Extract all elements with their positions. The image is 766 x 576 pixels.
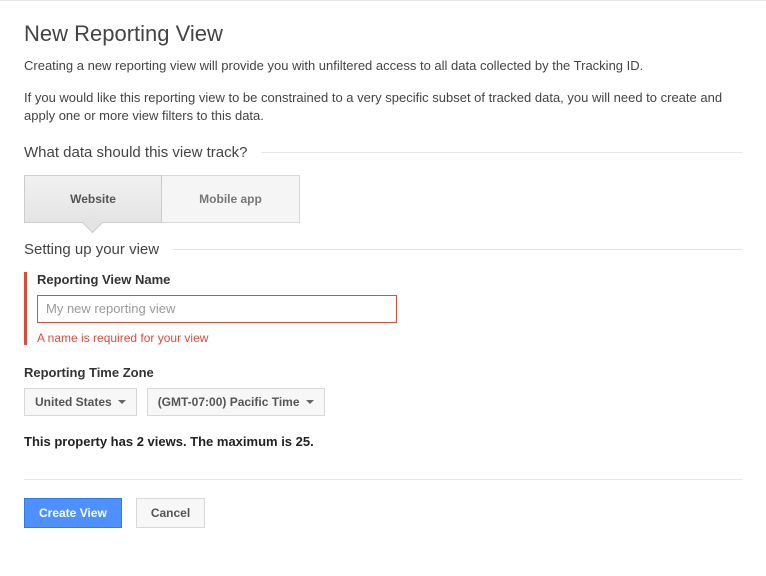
timezone-country-select[interactable]: United States — [24, 388, 137, 416]
tab-mobile-label: Mobile app — [199, 192, 262, 206]
tab-website[interactable]: Website — [24, 175, 162, 223]
page-desc-2: If you would like this reporting view to… — [24, 89, 742, 125]
create-view-button[interactable]: Create View — [24, 498, 122, 528]
view-limit-text: This property has 2 views. The maximum i… — [24, 434, 742, 449]
view-name-error: A name is required for your view — [37, 331, 742, 345]
view-name-field: Reporting View Name A name is required f… — [24, 272, 742, 345]
track-section-head: What data should this view track? — [24, 144, 742, 161]
track-question-label: What data should this view track? — [24, 144, 261, 161]
timezone-country-value: United States — [35, 395, 112, 409]
divider — [173, 249, 742, 250]
tab-mobile-app[interactable]: Mobile app — [162, 175, 300, 223]
divider — [261, 152, 742, 153]
setup-section-head: Setting up your view — [24, 241, 742, 258]
cancel-button[interactable]: Cancel — [136, 498, 205, 528]
chevron-down-icon — [306, 400, 314, 404]
view-name-input[interactable] — [37, 295, 397, 323]
page-title: New Reporting View — [24, 21, 742, 47]
create-view-label: Create View — [39, 506, 107, 520]
cancel-label: Cancel — [151, 506, 190, 520]
view-name-label: Reporting View Name — [37, 272, 742, 287]
tab-website-label: Website — [70, 192, 116, 206]
timezone-zone-value: (GMT-07:00) Pacific Time — [158, 395, 300, 409]
track-type-tabs: Website Mobile app — [24, 175, 742, 223]
chevron-down-icon — [118, 400, 126, 404]
page-desc-1: Creating a new reporting view will provi… — [24, 57, 742, 75]
timezone-label: Reporting Time Zone — [24, 365, 742, 380]
setup-heading-label: Setting up your view — [24, 241, 173, 258]
timezone-zone-select[interactable]: (GMT-07:00) Pacific Time — [147, 388, 325, 416]
divider — [24, 479, 742, 480]
